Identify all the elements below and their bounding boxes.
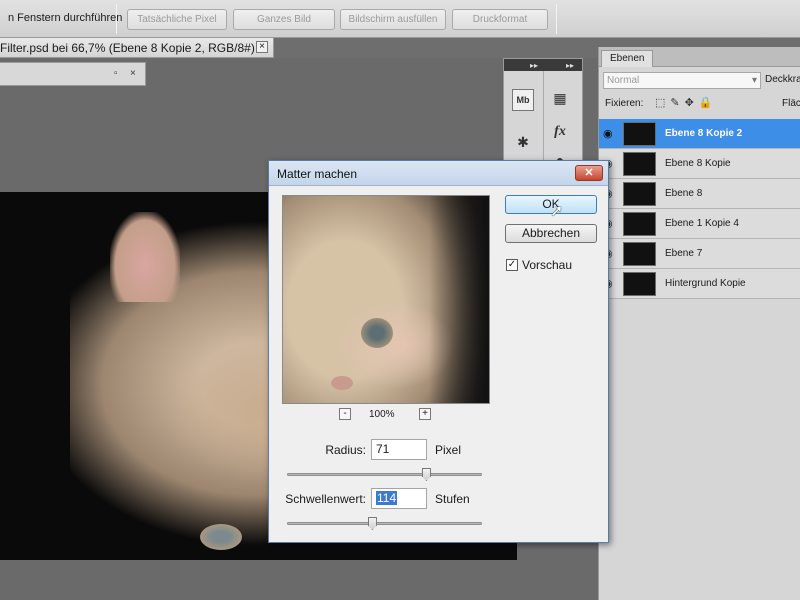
- preview-shadow: [429, 196, 489, 403]
- radius-field[interactable]: 71: [371, 439, 427, 460]
- radius-unit: Pixel: [435, 443, 462, 457]
- opacity-label: Deckkra: [765, 74, 800, 85]
- layer-name: Hintergrund Kopie: [665, 278, 746, 289]
- zoom-in-button[interactable]: +: [419, 408, 431, 420]
- cat-nose: [331, 376, 353, 390]
- cat-ear: [110, 212, 180, 302]
- options-separator: [116, 4, 117, 34]
- threshold-unit: Stufen: [435, 492, 470, 506]
- chevron-down-icon: ▾: [751, 75, 757, 86]
- threshold-label: Schwellenwert:: [285, 492, 366, 506]
- layer-row[interactable]: ◉ Ebene 8: [599, 179, 800, 209]
- cat-eye: [361, 318, 393, 348]
- radius-slider[interactable]: [287, 468, 482, 481]
- layer-name: Ebene 8 Kopie: [665, 158, 731, 169]
- radius-slider-handle[interactable]: [421, 468, 431, 481]
- zoom-value: 100%: [369, 409, 395, 420]
- actual-pixels-button[interactable]: Tatsächliche Pixel: [127, 9, 227, 30]
- mini-bridge-icon[interactable]: Mb: [512, 89, 534, 111]
- restore-icon[interactable]: ▫: [114, 68, 118, 79]
- layer-row[interactable]: ◉ Ebene 7: [599, 239, 800, 269]
- visibility-eye-icon[interactable]: ◉: [603, 128, 617, 140]
- cat-eye: [200, 524, 242, 550]
- close-tab-icon[interactable]: ×: [256, 41, 268, 53]
- threshold-slider-handle[interactable]: [367, 517, 377, 530]
- layer-thumbnail: [623, 122, 656, 146]
- dock-divider: [543, 71, 544, 169]
- layers-panel: Ebenen Normal ▾ Deckkra Fixieren: ⬚✎✥🔒 F…: [598, 47, 800, 600]
- layer-name: Ebene 8 Kopie 2: [665, 128, 743, 139]
- layer-row[interactable]: ◉ Ebene 8 Kopie: [599, 149, 800, 179]
- layer-name: Ebene 1 Kopie 4: [665, 218, 739, 229]
- close-icon[interactable]: ×: [130, 68, 136, 79]
- layer-thumbnail: [623, 272, 656, 296]
- fill-label: Fläch: [782, 98, 800, 109]
- mouse-cursor-icon: ➚: [550, 203, 564, 220]
- floating-window: ▫ ×: [0, 62, 146, 86]
- layer-thumbnail: [623, 242, 656, 266]
- layer-row[interactable]: ◉ Ebene 1 Kopie 4: [599, 209, 800, 239]
- dialog-titlebar[interactable]: Matter machen ✕: [269, 161, 608, 186]
- zoom-control: - 100% +: [339, 407, 439, 423]
- options-bar: n Fenstern durchführen Tatsächliche Pixe…: [0, 0, 800, 38]
- blend-mode-value: Normal: [607, 75, 640, 86]
- layer-thumbnail: [623, 182, 656, 206]
- options-label: n Fenstern durchführen: [8, 12, 123, 24]
- blend-mode-select[interactable]: Normal ▾: [603, 72, 761, 89]
- preview-checkbox[interactable]: ✓: [506, 259, 518, 271]
- dock-header: ▸▸ ▸▸: [504, 59, 582, 71]
- panel-dock: ▸▸▸▸ Mb ▦ ✱ fx ●: [503, 58, 583, 169]
- cancel-button[interactable]: Abbrechen: [505, 224, 597, 243]
- grid-icon[interactable]: ▦: [549, 87, 571, 109]
- lock-icons[interactable]: ⬚✎✥🔒: [655, 96, 718, 109]
- print-size-button[interactable]: Druckformat: [452, 9, 548, 30]
- layer-thumbnail: [623, 212, 656, 236]
- collapse-icon[interactable]: ▸▸: [530, 61, 538, 70]
- threshold-slider[interactable]: [287, 517, 482, 530]
- options-separator: [556, 4, 557, 34]
- layer-thumbnail: [623, 152, 656, 176]
- preview-image[interactable]: [282, 195, 490, 404]
- dialog-title: Matter machen: [277, 167, 358, 181]
- fill-screen-button[interactable]: Bildschirm ausfüllen: [340, 9, 446, 30]
- layer-name: Ebene 7: [665, 248, 703, 259]
- close-button[interactable]: ✕: [575, 165, 603, 181]
- radius-value: 71: [376, 442, 390, 456]
- zoom-out-button[interactable]: -: [339, 408, 351, 420]
- fit-screen-button[interactable]: Ganzes Bild: [233, 9, 335, 30]
- layer-row[interactable]: ◉ Hintergrund Kopie: [599, 269, 800, 299]
- settings-wheel-icon[interactable]: ✱: [512, 131, 534, 153]
- layers-tabrow: Ebenen: [599, 47, 800, 67]
- document-tab-title: Filter.psd bei 66,7% (Ebene 8 Kopie 2, R…: [0, 41, 263, 55]
- radius-label: Radius:: [325, 443, 366, 457]
- tab-layers[interactable]: Ebenen: [601, 50, 654, 67]
- matter-machen-dialog: Matter machen ✕ - 100% + OK ➚ Abbrechen …: [268, 160, 609, 543]
- layer-name: Ebene 8: [665, 188, 703, 199]
- fx-icon[interactable]: fx: [549, 121, 571, 143]
- threshold-field[interactable]: 114: [371, 488, 427, 509]
- preview-label: Vorschau: [522, 258, 573, 272]
- threshold-value: 114: [376, 491, 398, 505]
- layer-row[interactable]: ◉ Ebene 8 Kopie 2: [599, 119, 800, 149]
- document-tab[interactable]: Filter.psd bei 66,7% (Ebene 8 Kopie 2, R…: [0, 38, 274, 58]
- lock-label: Fixieren:: [605, 98, 644, 109]
- collapse-icon[interactable]: ▸▸: [566, 61, 574, 70]
